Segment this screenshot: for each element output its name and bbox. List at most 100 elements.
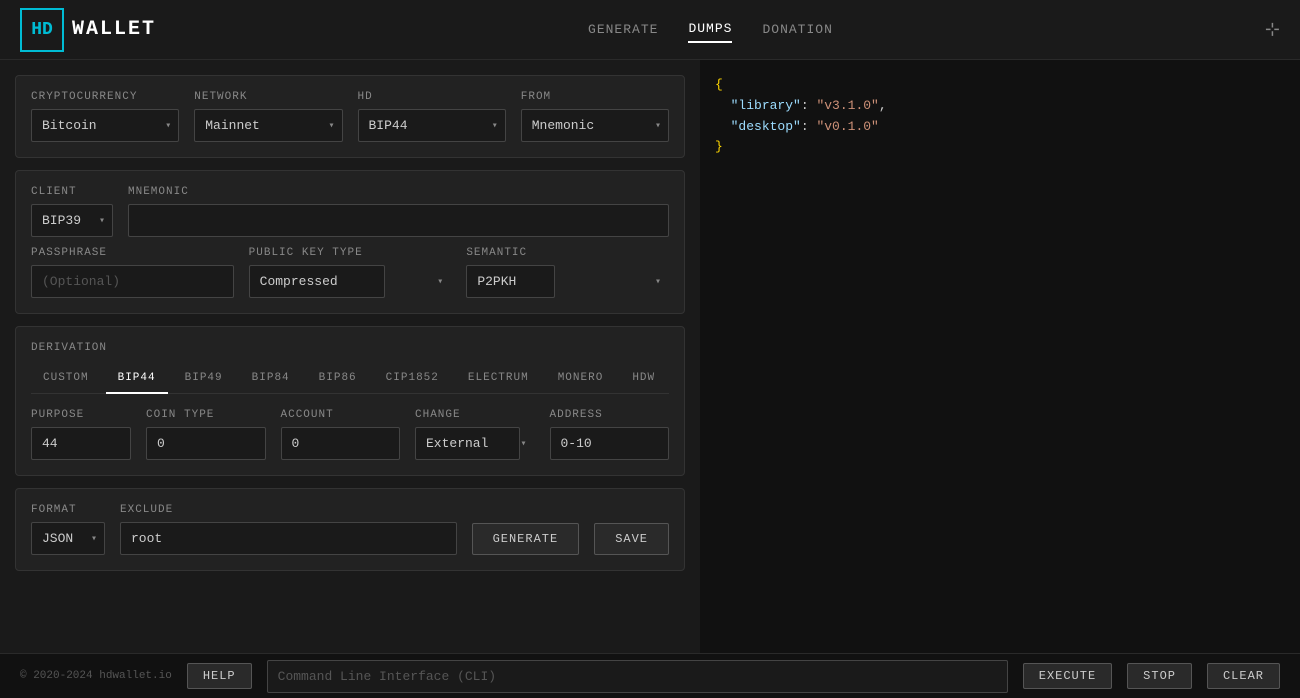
header: HD WALLET Generate Dumps Donation ⊹: [0, 0, 1300, 60]
account-label: Account: [281, 409, 401, 421]
main-content: Cryptocurrency Bitcoin Ethereum Litecoin…: [0, 60, 1300, 653]
account-field: Account: [281, 409, 401, 460]
hd-select[interactable]: BIP44 BIP49 BIP84 BIP86: [358, 109, 506, 142]
external-link-icon[interactable]: ⊹: [1265, 19, 1280, 41]
logo-hd-text: HD: [31, 20, 53, 40]
change-chevron-icon: ▾: [520, 438, 526, 450]
format-select-wrapper: JSON CSV TSV ▾: [31, 522, 105, 555]
mnemonic-field: Mnemonic: [128, 186, 669, 237]
purpose-input[interactable]: [31, 427, 131, 460]
execute-button[interactable]: Execute: [1023, 663, 1112, 689]
coin-type-input[interactable]: [146, 427, 266, 460]
from-label: From: [521, 91, 669, 103]
tab-custom[interactable]: Custom: [31, 364, 101, 394]
semantic-field: Semantic P2PKH P2SH P2WPKH P2WSH ▾: [466, 247, 669, 298]
derivation-section: Derivation Custom BIP44 BIP49 BIP84 BIP8…: [15, 326, 685, 476]
public-key-type-select-wrapper: Compressed Uncompressed ▾: [249, 265, 452, 298]
exclude-input[interactable]: [120, 522, 457, 555]
tab-hdw[interactable]: HDW: [620, 364, 667, 394]
format-field: Format JSON CSV TSV ▾: [31, 504, 105, 555]
crypto-row: Cryptocurrency Bitcoin Ethereum Litecoin…: [31, 91, 669, 142]
right-panel: { "library": "v3.1.0", "desktop": "v0.1.…: [700, 60, 1300, 653]
derivation-fields-row: Purpose Coin Type Account Change Externa…: [31, 409, 669, 460]
tab-bip84[interactable]: BIP84: [240, 364, 302, 394]
cryptocurrency-select-wrapper: Bitcoin Ethereum Litecoin ▾: [31, 109, 179, 142]
semantic-select-wrapper: P2PKH P2SH P2WPKH P2WSH ▾: [466, 265, 669, 298]
tab-bip49[interactable]: BIP49: [173, 364, 235, 394]
cryptocurrency-label: Cryptocurrency: [31, 91, 179, 103]
stop-button[interactable]: Stop: [1127, 663, 1192, 689]
format-select[interactable]: JSON CSV TSV: [31, 522, 105, 555]
coin-type-label: Coin Type: [146, 409, 266, 421]
format-section: Format JSON CSV TSV ▾ Exclude Generate: [15, 488, 685, 571]
change-select-wrapper: External Internal ▾: [415, 427, 535, 460]
from-select-wrapper: Mnemonic Private Key Public Key ▾: [521, 109, 669, 142]
tab-bip86[interactable]: BIP86: [307, 364, 369, 394]
passphrase-input[interactable]: [31, 265, 234, 298]
tab-monero[interactable]: Monero: [546, 364, 616, 394]
json-close-brace: }: [715, 139, 723, 154]
network-select[interactable]: Mainnet Testnet: [194, 109, 342, 142]
client-field: Client BIP39 BIP32 ▾: [31, 186, 113, 237]
json-desktop-value: "v0.1.0": [816, 119, 878, 134]
from-select[interactable]: Mnemonic Private Key Public Key: [521, 109, 669, 142]
passphrase-label: Passphrase: [31, 247, 234, 259]
client-select-wrapper: BIP39 BIP32 ▾: [31, 204, 113, 237]
save-button[interactable]: Save: [594, 523, 669, 555]
semantic-chevron-icon: ▾: [655, 276, 661, 288]
client-select[interactable]: BIP39 BIP32: [31, 204, 113, 237]
logo-box: HD: [20, 8, 64, 52]
exclude-label: Exclude: [120, 504, 457, 516]
logo-wallet-text: WALLET: [72, 18, 156, 41]
help-button[interactable]: Help: [187, 663, 252, 689]
semantic-select[interactable]: P2PKH P2SH P2WPKH P2WSH: [466, 265, 555, 298]
derivation-tabs: Custom BIP44 BIP49 BIP84 BIP86 CIP1852 E…: [31, 364, 669, 394]
client-mnemonic-section: Client BIP39 BIP32 ▾ Mnemonic: [15, 170, 685, 314]
client-mnemonic-row: Client BIP39 BIP32 ▾ Mnemonic: [31, 186, 669, 237]
json-library-value: "v3.1.0": [816, 98, 878, 113]
nav-donation[interactable]: Donation: [762, 17, 832, 42]
generate-button[interactable]: Generate: [472, 523, 580, 555]
address-input[interactable]: [550, 427, 670, 460]
change-field: Change External Internal ▾: [415, 409, 535, 460]
account-input[interactable]: [281, 427, 401, 460]
cryptocurrency-select[interactable]: Bitcoin Ethereum Litecoin: [31, 109, 179, 142]
tab-electrum[interactable]: Electrum: [456, 364, 541, 394]
nav-generate[interactable]: Generate: [588, 17, 658, 42]
exclude-field: Exclude: [120, 504, 457, 555]
passphrase-row: Passphrase Public Key Type Compressed Un…: [31, 247, 669, 298]
purpose-field: Purpose: [31, 409, 131, 460]
derivation-label: Derivation: [31, 342, 669, 354]
cryptocurrency-section: Cryptocurrency Bitcoin Ethereum Litecoin…: [15, 75, 685, 158]
change-label: Change: [415, 409, 535, 421]
cli-input[interactable]: [267, 660, 1008, 693]
public-key-type-select[interactable]: Compressed Uncompressed: [249, 265, 385, 298]
change-select[interactable]: External Internal: [415, 427, 520, 460]
coin-type-field: Coin Type: [146, 409, 266, 460]
tab-cip1852[interactable]: CIP1852: [374, 364, 451, 394]
cryptocurrency-field: Cryptocurrency Bitcoin Ethereum Litecoin…: [31, 91, 179, 142]
logo: HD WALLET: [20, 8, 156, 52]
address-field: Address: [550, 409, 670, 460]
client-label: Client: [31, 186, 113, 198]
hd-select-wrapper: BIP44 BIP49 BIP84 BIP86 ▾: [358, 109, 506, 142]
hd-label: HD: [358, 91, 506, 103]
json-output: { "library": "v3.1.0", "desktop": "v0.1.…: [715, 75, 1285, 158]
left-panel: Cryptocurrency Bitcoin Ethereum Litecoin…: [0, 60, 700, 653]
public-key-type-chevron-icon: ▾: [437, 276, 443, 288]
json-desktop-key: "desktop": [731, 119, 801, 134]
json-library-key: "library": [731, 98, 801, 113]
clear-button[interactable]: Clear: [1207, 663, 1280, 689]
nav: Generate Dumps Donation: [588, 16, 833, 43]
nav-dumps[interactable]: Dumps: [688, 16, 732, 43]
network-label: Network: [194, 91, 342, 103]
mnemonic-input[interactable]: [128, 204, 669, 237]
hd-field: HD BIP44 BIP49 BIP84 BIP86 ▾: [358, 91, 506, 142]
copyright-text: © 2020-2024 hdwallet.io: [20, 670, 172, 682]
format-label: Format: [31, 504, 105, 516]
passphrase-field: Passphrase: [31, 247, 234, 298]
purpose-label: Purpose: [31, 409, 131, 421]
tab-bip44[interactable]: BIP44: [106, 364, 168, 394]
semantic-label: Semantic: [466, 247, 669, 259]
address-label: Address: [550, 409, 670, 421]
